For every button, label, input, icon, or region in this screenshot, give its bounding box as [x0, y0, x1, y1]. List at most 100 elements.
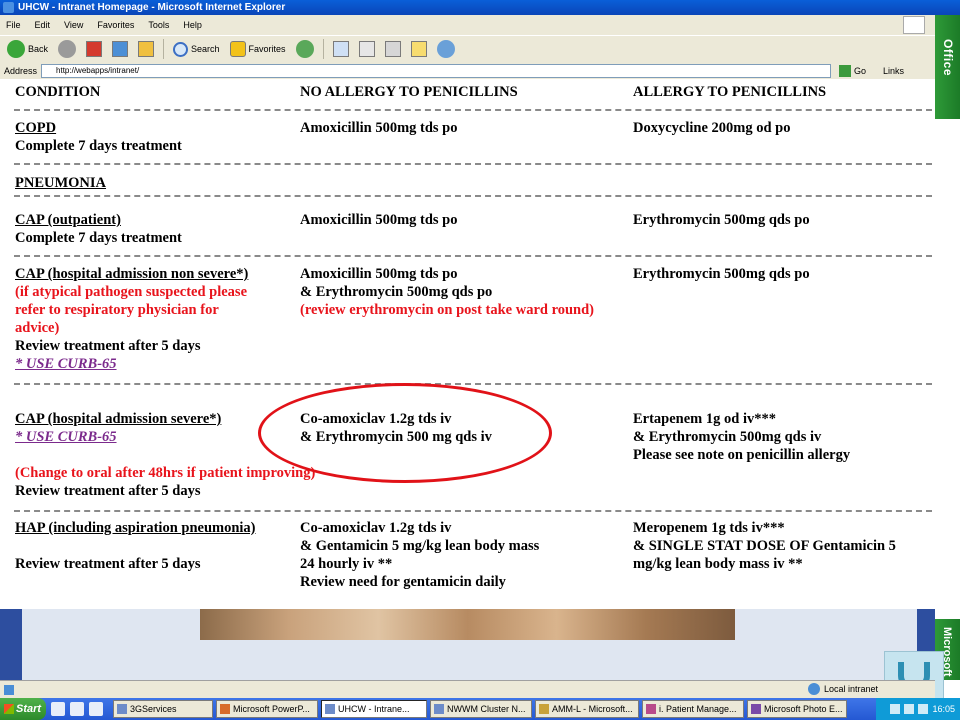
row-divider [14, 255, 932, 257]
task-label: AMM-L - Microsoft... [552, 704, 633, 714]
cap-severe-allergy: & Erythromycin 500mg qds iv [633, 429, 822, 445]
address-bar: Address http://webapps/intranet/ Go Link… [0, 62, 935, 79]
home-button[interactable] [134, 38, 158, 60]
star-icon [229, 41, 246, 57]
status-bar: Local intranet [0, 680, 935, 698]
cap-severe-title: CAP (hospital admission severe*) [15, 411, 222, 427]
task-patient-manager[interactable]: i. Patient Manage... [642, 700, 744, 718]
tray-security-icon[interactable] [918, 704, 929, 714]
quicklaunch-desktop-icon[interactable] [51, 702, 65, 716]
menu-view[interactable]: View [64, 20, 83, 30]
office-bar-label[interactable]: Office [941, 39, 955, 76]
cap-non-severe-no-allergy: Amoxicillin 500mg tds po [300, 266, 458, 282]
task-uhcw-intranet[interactable]: UHCW - Intrane... [321, 700, 427, 718]
address-input[interactable]: http://webapps/intranet/ [41, 63, 832, 78]
history-button[interactable] [292, 38, 318, 60]
mail-button[interactable] [329, 38, 353, 60]
menu-tools[interactable]: Tools [148, 20, 169, 30]
zone-label: Local intranet [824, 684, 879, 694]
folder-button[interactable] [407, 38, 431, 60]
messenger-button[interactable] [433, 38, 459, 60]
copd-title: COPD [15, 120, 57, 136]
task-amm-l[interactable]: AMM-L - Microsoft... [535, 700, 639, 718]
row-divider [14, 195, 932, 197]
edit-button[interactable] [381, 38, 405, 60]
copd-no-allergy: Amoxicillin 500mg tds po [300, 120, 458, 136]
task-icon [751, 704, 761, 714]
search-icon [173, 41, 189, 57]
cap-non-severe-warning: (if atypical pathogen suspected please [15, 284, 247, 300]
task-icon [434, 704, 444, 714]
menu-file[interactable]: File [6, 20, 21, 30]
globe-icon [808, 683, 820, 695]
toolbar: Back Search Favorites [0, 35, 935, 62]
pneumonia-heading: PNEUMONIA [15, 175, 107, 191]
cap-outpatient-allergy: Erythromycin 500mg qds po [633, 212, 810, 228]
hap-allergy: mg/kg lean body mass iv ** [633, 556, 803, 572]
stop-button[interactable] [82, 38, 106, 60]
task-powerpoint[interactable]: Microsoft PowerP... [216, 700, 318, 718]
search-button[interactable]: Search [169, 38, 224, 60]
refresh-button[interactable] [108, 38, 132, 60]
ie-icon [3, 2, 14, 13]
intranet-page-panel [22, 609, 917, 680]
row-divider [14, 383, 932, 385]
cap-severe-review: Review treatment after 5 days [15, 483, 201, 499]
task-nwwm-cluster[interactable]: NWWM Cluster N... [430, 700, 532, 718]
task-icon [220, 704, 230, 714]
folder-icon [410, 41, 427, 57]
task-label: 3GServices [130, 704, 177, 714]
row-divider [14, 510, 932, 512]
office-shortcut-bar: Office Microsoft [935, 15, 960, 680]
links-button[interactable]: Links [883, 66, 904, 76]
toolbar-separator [163, 39, 165, 59]
toolbar-separator [322, 39, 324, 59]
cap-non-severe-warning: refer to respiratory physician for [15, 302, 219, 318]
forward-button[interactable] [54, 38, 80, 60]
start-button[interactable]: Start [0, 698, 46, 720]
task-3gservices[interactable]: 3GServices [113, 700, 213, 718]
cap-non-severe-allergy: Erythromycin 500mg qds po [633, 266, 810, 282]
menu-bar: File Edit View Favorites Tools Help [0, 15, 935, 35]
messenger-icon [436, 40, 455, 58]
back-button[interactable]: Back [3, 38, 52, 60]
hap-review: Review treatment after 5 days [15, 556, 201, 572]
header-no-allergy: NO ALLERGY TO PENICILLINS [300, 84, 518, 100]
menu-favorites[interactable]: Favorites [97, 20, 134, 30]
cap-outpatient-no-allergy: Amoxicillin 500mg tds po [300, 212, 458, 228]
cap-non-severe-review: Review treatment after 5 days [15, 338, 201, 354]
back-arrow-icon [7, 40, 25, 58]
refresh-icon [112, 41, 129, 57]
favorites-button[interactable]: Favorites [226, 38, 290, 60]
quicklaunch-outlook-icon[interactable] [70, 702, 84, 716]
go-arrow-icon [839, 64, 852, 77]
task-label: NWWM Cluster N... [447, 704, 526, 714]
quicklaunch-ie-icon[interactable] [89, 702, 103, 716]
favorites-label: Favorites [248, 44, 286, 54]
address-label: Address [4, 65, 38, 76]
cap-severe-no-allergy: Co-amoxiclav 1.2g tds iv [300, 411, 452, 427]
page-icon [4, 684, 14, 695]
title-bar: UHCW - Intranet Homepage - Microsoft Int… [0, 0, 960, 15]
printer-icon [358, 41, 375, 57]
stop-icon [86, 41, 103, 57]
menu-edit[interactable]: Edit [35, 20, 51, 30]
search-label: Search [191, 44, 220, 54]
tray-volume-icon[interactable] [904, 704, 915, 714]
curb-65-link[interactable]: * USE CURB-65 [15, 428, 117, 446]
menu-help[interactable]: Help [183, 20, 202, 30]
hap-no-allergy: Review need for gentamicin daily [300, 574, 506, 590]
task-photo-editor[interactable]: Microsoft Photo E... [747, 700, 847, 718]
hap-allergy: & SINGLE STAT DOSE OF Gentamicin 5 [633, 538, 896, 554]
go-button[interactable]: Go [839, 64, 875, 77]
curb-65-link[interactable]: * USE CURB-65 [15, 355, 117, 373]
header-condition: CONDITION [15, 84, 101, 100]
antibiotic-guideline-slide: CONDITION NO ALLERGY TO PENICILLINS ALLE… [0, 79, 935, 609]
print-button[interactable] [355, 38, 379, 60]
row-divider [14, 163, 932, 165]
tray-network-icon[interactable] [890, 704, 901, 714]
windows-flag-icon [4, 704, 14, 714]
system-tray: 16:05 [876, 698, 960, 720]
back-label: Back [28, 44, 49, 54]
row-divider [14, 109, 932, 111]
